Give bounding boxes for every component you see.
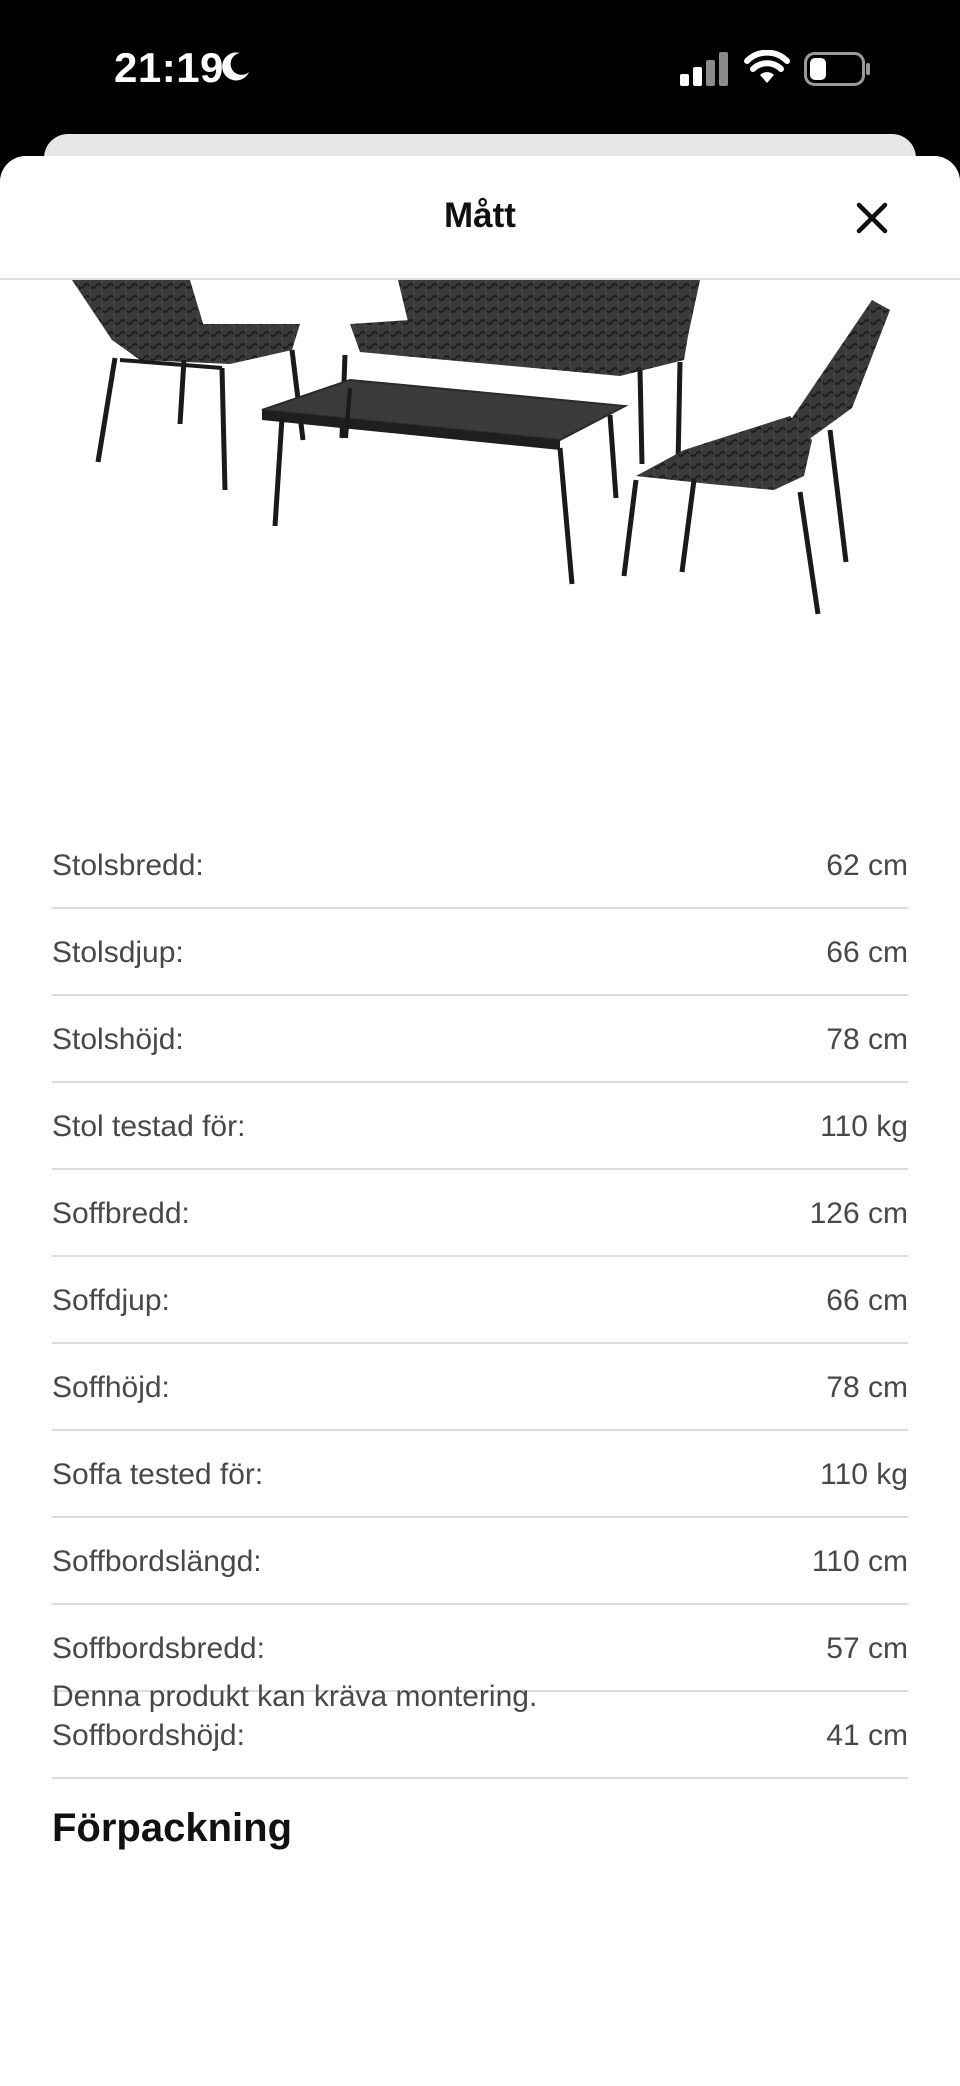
outdoor-furniture-set-image: [72, 280, 890, 615]
dimension-label: Stol testad för:: [52, 1109, 246, 1143]
wifi-icon: [744, 50, 790, 83]
coffee-table: [261, 378, 629, 585]
dimension-value: 41 cm: [826, 1718, 908, 1752]
dimension-row: Stolsbredd: 62 cm: [52, 822, 908, 909]
dimension-label: Soffhöjd:: [52, 1370, 170, 1404]
dimension-value: 78 cm: [826, 1022, 908, 1056]
dimension-row: Soffbordslängd: 110 cm: [52, 1518, 908, 1605]
battery-icon: [804, 52, 870, 86]
assembly-note: Denna produkt kan kräva montering.: [52, 1680, 538, 1713]
dimensions-sheet: Mått Stolsbredd: 62 cm Stolsdjup: 66 cm …: [0, 156, 960, 2086]
dimension-row: Soffbredd: 126 cm: [52, 1170, 908, 1257]
status-bar: 21:19: [0, 0, 960, 140]
cellular-signal-icon: [680, 52, 728, 86]
dimension-value: 126 cm: [809, 1196, 908, 1230]
packaging-heading: Förpackning: [52, 1806, 293, 1850]
dimension-label: Soffbordshöjd:: [52, 1718, 245, 1752]
dimension-label: Soffa tested för:: [52, 1457, 264, 1491]
dimension-row: Stolshöjd: 78 cm: [52, 996, 908, 1083]
dimension-label: Stolshöjd:: [52, 1022, 184, 1056]
dimension-value: 62 cm: [826, 848, 908, 882]
dimension-value: 110 cm: [811, 1544, 908, 1578]
dimension-row: Soffhöjd: 78 cm: [52, 1344, 908, 1431]
sheet-title: Mått: [444, 196, 516, 235]
dimensions-list: Stolsbredd: 62 cm Stolsdjup: 66 cm Stolshöjd…: [52, 822, 908, 1779]
dimension-row: Soffa tested för: 110 kg: [52, 1431, 908, 1518]
dimension-value: 78 cm: [826, 1370, 908, 1404]
dimension-row: Stolsdjup: 66 cm: [52, 909, 908, 996]
dimension-value: 66 cm: [826, 935, 908, 969]
status-time: 21:19: [114, 44, 224, 91]
dimension-label: Soffdjup:: [52, 1283, 170, 1317]
dimension-row: Soffbordsbredd: 57 cm: [52, 1605, 908, 1692]
dimension-value: 66 cm: [826, 1283, 908, 1317]
close-icon[interactable]: [852, 198, 892, 238]
dimension-row: Stol testad för: 110 kg: [52, 1083, 908, 1170]
dimension-value: 110 kg: [820, 1109, 908, 1143]
dimension-label: Soffbredd:: [52, 1196, 190, 1230]
dimension-row: Soffdjup: 66 cm: [52, 1257, 908, 1344]
dimension-label: Stolsdjup:: [52, 935, 184, 969]
left-chair: [72, 280, 306, 491]
dimension-label: Soffbordslängd:: [52, 1544, 262, 1578]
dimension-label: Stolsbredd:: [52, 848, 204, 882]
moon-icon: [222, 52, 249, 81]
sheet-header: Mått: [0, 156, 960, 280]
dimension-value: 57 cm: [826, 1631, 908, 1665]
dimension-value: 110 kg: [820, 1457, 908, 1491]
dimension-label: Soffbordsbredd:: [52, 1631, 265, 1665]
